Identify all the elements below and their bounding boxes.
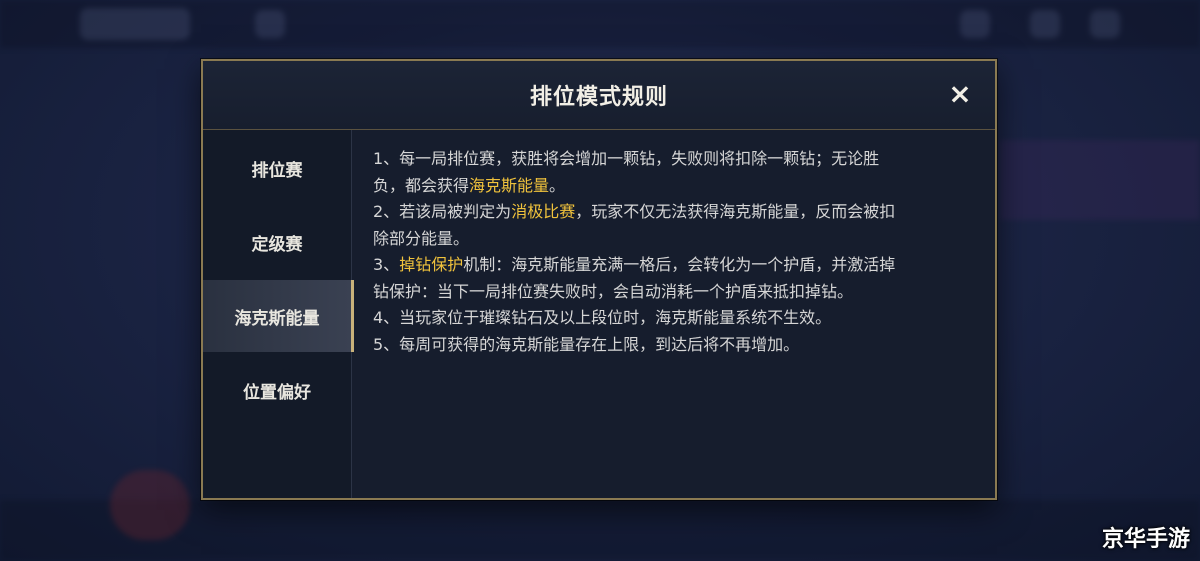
close-button[interactable]: × <box>945 79 975 109</box>
rule-2-line-1: 2、若该局被判定为消极比赛，玩家不仅无法获得海克斯能量，反而会被扣 <box>373 202 896 221</box>
highlight-text: 消极比赛 <box>511 202 576 221</box>
background-chip <box>80 8 190 40</box>
rule-1-line-2: 负，都会获得海克斯能量。 <box>373 175 566 195</box>
ranked-rules-modal: 排位模式规则 × 排位赛 定级赛 海克斯能量 位置偏好 1、每一局排位赛，获胜将… <box>201 59 997 500</box>
rule-3-line-1: 3、掉钻保护机制：海克斯能量充满一格后，会转化为一个护盾，并激活掉 <box>373 255 896 274</box>
rules-content: 1、每一局排位赛，获胜将会增加一颗钻，失败则将扣除一颗钻；无论胜 负，都会获得海… <box>373 146 973 358</box>
background-chip <box>1090 10 1120 38</box>
rule-3-line-2: 钻保护：当下一局排位赛失败时，会自动消耗一个护盾来抵扣掉钻。 <box>373 281 854 301</box>
rule-2-line-2: 除部分能量。 <box>373 228 470 248</box>
background-chip <box>960 10 990 38</box>
close-icon: × <box>948 77 972 110</box>
background-right-panel <box>1000 140 1200 220</box>
rule-4: 4、当玩家位于璀璨钻石及以上段位时，海克斯能量系统不生效。 <box>373 308 832 327</box>
highlight-text: 海克斯能量 <box>469 175 550 195</box>
rules-sidebar: 排位赛 定级赛 海克斯能量 位置偏好 <box>203 130 354 498</box>
tab-label: 定级赛 <box>251 234 303 255</box>
modal-header: 排位模式规则 × <box>203 61 995 130</box>
rule-5: 5、每周可获得的海克斯能量存在上限，到达后将不再增加。 <box>373 334 800 354</box>
background-red-glow <box>110 470 190 540</box>
tab-label: 海克斯能量 <box>234 308 320 329</box>
background-chip <box>1030 10 1060 38</box>
tab-position-preference[interactable]: 位置偏好 <box>203 354 351 426</box>
tab-ranked-match[interactable]: 排位赛 <box>203 132 351 204</box>
tab-placement-match[interactable]: 定级赛 <box>203 206 351 278</box>
watermark-text: 京华手游 <box>1101 527 1190 552</box>
tab-label: 位置偏好 <box>243 382 311 403</box>
modal-title: 排位模式规则 <box>529 85 668 110</box>
rule-1-line-1: 1、每一局排位赛，获胜将会增加一颗钻，失败则将扣除一颗钻；无论胜 <box>373 149 880 168</box>
background-chip <box>255 10 285 38</box>
tab-hextech-energy[interactable]: 海克斯能量 <box>203 280 354 352</box>
tab-label: 排位赛 <box>251 160 303 181</box>
highlight-text: 掉钻保护 <box>399 255 464 274</box>
